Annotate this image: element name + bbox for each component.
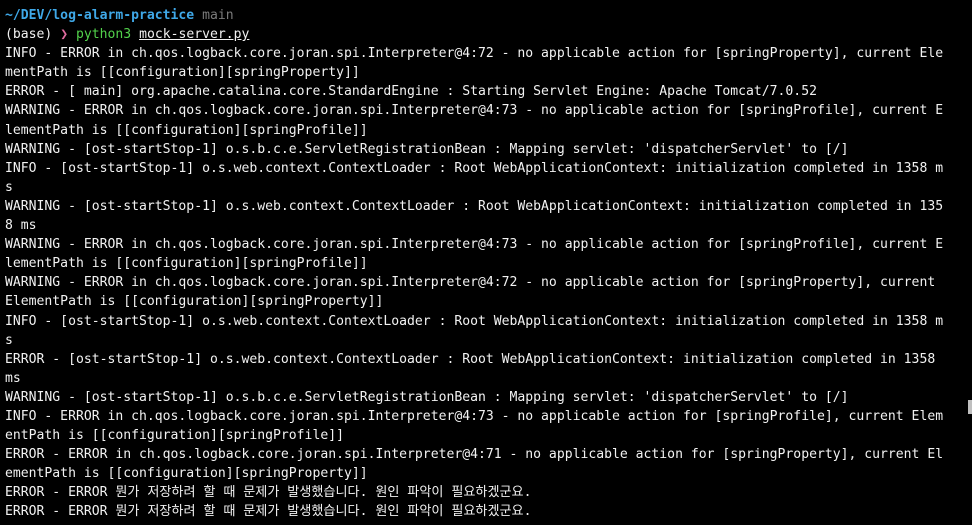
log-line: WARNING - ERROR in ch.qos.logback.core.j… — [5, 275, 936, 291]
log-line: WARNING - [ost-startStop-1] o.s.web.cont… — [5, 198, 944, 214]
command-line: (base) ❯ python3 mock-server.py — [5, 25, 972, 44]
log-line: s — [5, 332, 13, 348]
log-line: ERROR - ERROR in ch.qos.logback.core.jor… — [5, 447, 944, 463]
log-line: lementPath is [[configuration][springPro… — [5, 256, 368, 272]
log-line: INFO - [ost-startStop-1] o.s.web.context… — [5, 160, 944, 176]
log-line: lementPath is [[configuration][springPro… — [5, 122, 368, 138]
log-line: ERROR - [ main] org.apache.catalina.core… — [5, 84, 817, 100]
log-line: WARNING - ERROR in ch.qos.logback.core.j… — [5, 103, 944, 119]
log-line: 8 ms — [5, 218, 37, 234]
log-line: INFO - ERROR in ch.qos.logback.core.jora… — [5, 408, 944, 424]
command-argument: mock-server.py — [139, 27, 250, 43]
log-line: s — [5, 179, 13, 195]
conda-env: (base) — [5, 27, 53, 43]
prompt-path-line: ~/DEV/log-alarm-practice main — [5, 6, 972, 25]
prompt-arrow-icon: ❯ — [60, 27, 69, 43]
git-branch: main — [202, 8, 234, 23]
log-line: mentPath is [[configuration][springPrope… — [5, 65, 360, 81]
command-name: python3 — [75, 27, 132, 43]
log-line: ERROR - ERROR 뭔가 저장하려 할 때 문제가 발생했습니다. 원인… — [5, 504, 532, 520]
log-line: WARNING - [ost-startStop-1] o.s.b.c.e.Se… — [5, 141, 849, 157]
log-line: WARNING - ERROR in ch.qos.logback.core.j… — [5, 237, 944, 253]
log-line: INFO - [ost-startStop-1] o.s.web.context… — [5, 313, 944, 329]
scrollbar-thumb[interactable] — [968, 400, 972, 414]
log-line: entPath is [[configuration][springProfil… — [5, 428, 344, 444]
log-line: ms — [5, 370, 21, 386]
log-line: WARNING - [ost-startStop-1] o.s.b.c.e.Se… — [5, 389, 849, 405]
log-line: ERROR - ERROR 뭔가 저장하려 할 때 문제가 발생했습니다. 원인… — [5, 485, 532, 501]
current-directory: ~/DEV/log-alarm-practice — [5, 8, 195, 23]
log-line: ementPath is [[configuration][springProp… — [5, 466, 368, 482]
log-output: INFO - ERROR in ch.qos.logback.core.jora… — [5, 44, 972, 521]
log-line: INFO - ERROR in ch.qos.logback.core.jora… — [5, 46, 944, 62]
log-line: ERROR - [ost-startStop-1] o.s.web.contex… — [5, 351, 936, 367]
log-line: ElementPath is [[configuration][springPr… — [5, 294, 384, 310]
terminal-window[interactable]: ~/DEV/log-alarm-practice main (base) ❯ p… — [0, 0, 972, 525]
